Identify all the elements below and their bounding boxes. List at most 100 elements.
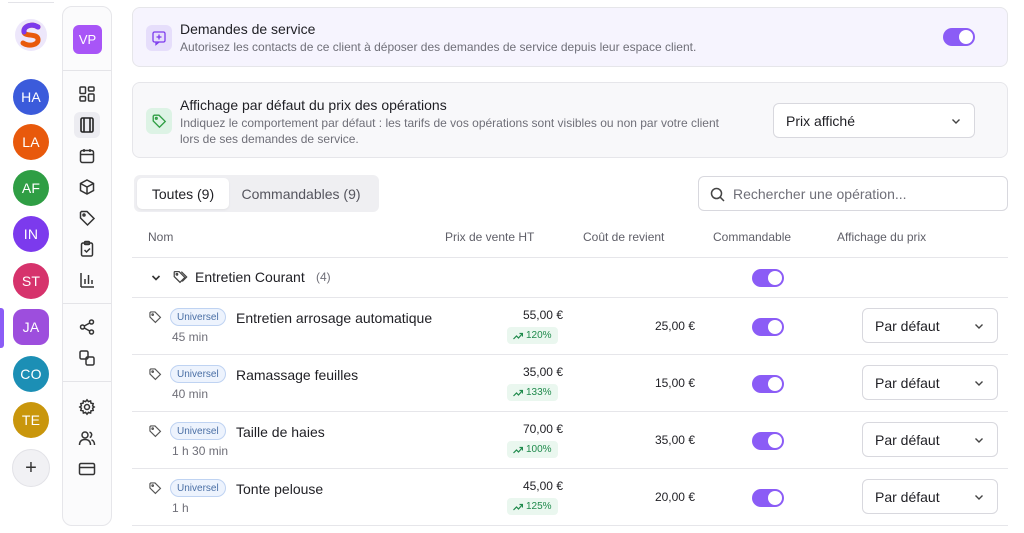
dashboard-button[interactable] xyxy=(74,81,100,107)
table-row[interactable]: Universel Entretien arrosage automatique 4… xyxy=(132,298,1008,355)
universal-badge: Universel xyxy=(170,308,226,326)
orderable-toggle[interactable] xyxy=(752,489,784,507)
workspace-avatar[interactable]: CO xyxy=(13,356,49,392)
orderable-toggle[interactable] xyxy=(752,432,784,450)
trending-up-icon xyxy=(513,446,523,453)
tab-orderable[interactable]: Commandables (9) xyxy=(231,178,371,209)
operations-button[interactable] xyxy=(74,112,100,138)
operation-name[interactable]: Ramassage feuilles xyxy=(236,367,358,383)
operation-name[interactable]: Entretien arrosage automatique xyxy=(236,310,432,326)
operation-cost: 20,00 € xyxy=(654,490,695,504)
group-count: (4) xyxy=(316,270,331,284)
tag-icon xyxy=(149,425,162,438)
client-avatar[interactable]: VP xyxy=(73,25,102,54)
tag-icon xyxy=(152,114,167,129)
add-workspace-button[interactable]: + xyxy=(12,449,50,487)
workspace-avatar[interactable]: HA xyxy=(13,79,49,115)
clipboard-check-icon xyxy=(80,240,94,257)
products-button[interactable] xyxy=(74,174,100,200)
cube-icon xyxy=(79,179,95,195)
price-display-select[interactable]: Prix affiché xyxy=(773,103,975,138)
tag-icon xyxy=(149,311,162,324)
operation-cost: 25,00 € xyxy=(654,319,695,333)
share-button[interactable] xyxy=(74,314,100,340)
service-request-icon-box xyxy=(146,25,172,51)
workspace-avatar[interactable]: LA xyxy=(13,124,49,160)
operation-duration: 1 h xyxy=(172,501,189,515)
chevron-down-icon[interactable] xyxy=(150,272,162,284)
workspace-avatar[interactable]: JA xyxy=(13,309,49,345)
calendar-icon xyxy=(79,149,95,164)
search-icon xyxy=(710,187,725,202)
operation-name[interactable]: Tonte pelouse xyxy=(236,481,323,497)
operation-name[interactable]: Taille de haies xyxy=(236,424,325,440)
gear-icon xyxy=(78,398,96,416)
reports-button[interactable] xyxy=(74,267,100,293)
table-row[interactable]: Universel Taille de haies 1 h 30 min 70,00 … xyxy=(132,412,1008,469)
share-icon xyxy=(79,319,95,335)
billing-button[interactable] xyxy=(74,456,100,482)
workspace-rail: HA LA AF IN ST JA CO TE + xyxy=(0,0,62,533)
tag-icon xyxy=(79,210,96,227)
margin-badge: 100% xyxy=(507,441,558,458)
group-name: Entretien Courant xyxy=(195,269,305,285)
trending-up-icon xyxy=(513,389,523,396)
row-divider xyxy=(132,525,1008,526)
price-display-row-select[interactable]: Par défaut xyxy=(862,479,998,514)
price-display-row-select[interactable]: Par défaut xyxy=(862,365,998,400)
price-display-title: Affichage par défaut du prix des opérati… xyxy=(180,97,447,113)
operation-price: 35,00 € xyxy=(522,365,563,379)
chevron-down-icon xyxy=(975,323,983,329)
operation-duration: 40 min xyxy=(172,387,209,401)
operations-tabs: Toutes (9) Commandables (9) xyxy=(134,175,379,212)
settings-button[interactable] xyxy=(74,394,100,420)
workspace-avatar[interactable]: AF xyxy=(13,170,49,206)
price-display-row-select[interactable]: Par défaut xyxy=(862,308,998,343)
tools-divider xyxy=(63,381,111,382)
price-display-row-select[interactable]: Par défaut xyxy=(862,422,998,457)
film-icon xyxy=(80,117,94,133)
workspace-avatar[interactable]: IN xyxy=(13,216,49,252)
duplicate-icon xyxy=(79,350,95,366)
column-header-name: Nom xyxy=(148,230,174,244)
price-display-row-value: Par défaut xyxy=(875,431,940,448)
workspace-avatar[interactable]: ST xyxy=(13,263,49,299)
group-row: Entretien Courant (4) xyxy=(132,258,1008,298)
price-display-row-value: Par défaut xyxy=(875,488,940,505)
table-row[interactable]: Universel Tonte pelouse 1 h 45,00 € 125% 20,0… xyxy=(132,469,1008,526)
orderable-toggle[interactable] xyxy=(752,375,784,393)
credit-card-icon xyxy=(78,462,96,476)
trending-up-icon xyxy=(513,503,523,510)
tasks-button[interactable] xyxy=(74,236,100,262)
table-row[interactable]: Universel Ramassage feuilles 40 min 35,00 €… xyxy=(132,355,1008,412)
operation-price: 45,00 € xyxy=(522,479,563,493)
price-display-row-value: Par défaut xyxy=(875,374,940,391)
operation-cost: 35,00 € xyxy=(654,433,695,447)
service-requests-toggle[interactable] xyxy=(943,28,975,46)
tools-panel: VP xyxy=(62,6,112,526)
tools-divider xyxy=(63,70,111,71)
service-requests-card: Demandes de service Autorisez les contac… xyxy=(132,7,1008,67)
app-root: HA LA AF IN ST JA CO TE + VP Demandes de… xyxy=(0,0,1024,533)
margin-value: 125% xyxy=(526,501,552,512)
group-orderable-toggle[interactable] xyxy=(752,269,784,287)
universal-badge: Universel xyxy=(170,479,226,497)
chevron-down-icon xyxy=(952,118,960,124)
workspace-avatar[interactable]: TE xyxy=(13,402,49,438)
grid-icon xyxy=(79,86,95,102)
tags-button[interactable] xyxy=(74,205,100,231)
app-logo-icon xyxy=(15,19,47,51)
calendar-button[interactable] xyxy=(74,143,100,169)
margin-value: 120% xyxy=(526,330,552,341)
orderable-toggle[interactable] xyxy=(752,318,784,336)
operation-duration: 1 h 30 min xyxy=(172,444,229,458)
contacts-button[interactable] xyxy=(74,425,100,451)
tag-icon xyxy=(149,368,162,381)
tab-all[interactable]: Toutes (9) xyxy=(137,178,229,209)
active-workspace-indicator xyxy=(0,308,4,348)
margin-value: 133% xyxy=(526,387,552,398)
universal-badge: Universel xyxy=(170,422,226,440)
price-display-select-value: Prix affiché xyxy=(786,112,855,129)
search-input[interactable] xyxy=(733,177,1001,210)
duplicate-button[interactable] xyxy=(74,345,100,371)
